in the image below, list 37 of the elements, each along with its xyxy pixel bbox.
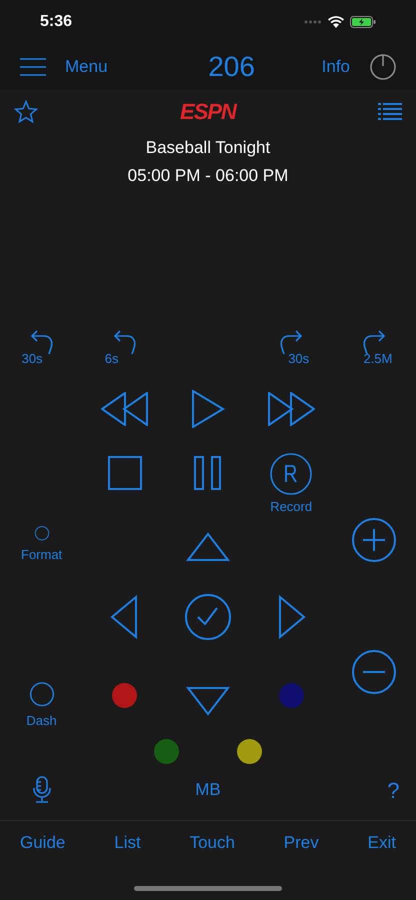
record-icon (270, 453, 312, 495)
status-time: 5:36 (40, 12, 72, 32)
bottom-bar-button[interactable]: Touch (190, 830, 235, 856)
dash-button[interactable]: Dash (26, 682, 57, 730)
bottom-bar-button[interactable]: Prev (284, 830, 319, 856)
bottom-bar-button[interactable]: Exit (368, 830, 396, 856)
channel-number: 206 (208, 50, 255, 84)
format-button[interactable]: Format (21, 526, 62, 564)
record-button[interactable]: Record (270, 453, 312, 518)
circle-icon (28, 682, 55, 706)
bottom-bar-button[interactable]: List (114, 830, 141, 856)
list-button[interactable] (378, 102, 402, 122)
skip-button[interactable]: 30s (20, 328, 64, 364)
color-button[interactable] (237, 739, 262, 764)
color-button[interactable] (278, 683, 304, 708)
menu-button[interactable]: Menu (20, 54, 108, 80)
help-button[interactable]: ? (387, 770, 400, 810)
favorite-star-button[interactable] (14, 100, 38, 124)
power-button[interactable] (370, 54, 396, 80)
color-button[interactable] (112, 683, 138, 708)
volume-down-button[interactable] (352, 650, 396, 694)
battery-icon (350, 16, 376, 28)
info-button[interactable]: Info (322, 54, 350, 80)
color-button[interactable] (154, 739, 179, 764)
skip-button[interactable]: 2.5M (352, 328, 396, 364)
skip-button[interactable]: 6s (102, 328, 147, 364)
up-button[interactable] (186, 530, 230, 564)
volume-up-button[interactable] (352, 518, 396, 564)
program-title: Baseball Tonight (146, 137, 270, 160)
menu-icon (20, 58, 46, 76)
signal-icon (304, 20, 322, 24)
wifi-icon (328, 16, 344, 28)
skip-button[interactable]: 30s (269, 328, 314, 364)
mb-button[interactable]: MB (195, 770, 221, 810)
bottom-bar-button[interactable]: Guide (20, 830, 66, 856)
channel-logo: ESPN (180, 101, 236, 123)
program-time: 05:00 PM - 06:00 PM (128, 165, 288, 188)
